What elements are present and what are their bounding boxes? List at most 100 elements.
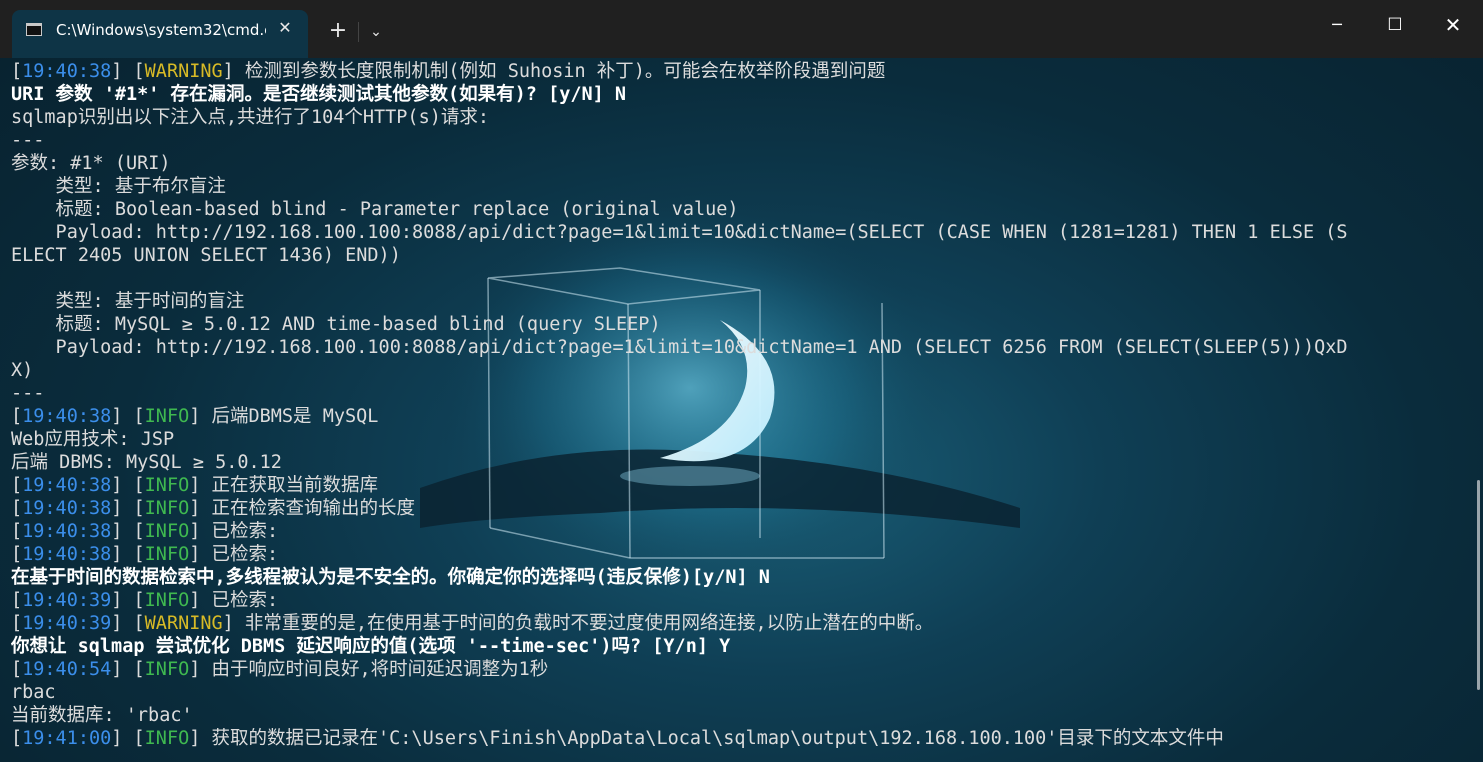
minimize-button[interactable]: ─ bbox=[1308, 0, 1366, 50]
console-line: [19:40:38] [WARNING] 检测到参数长度限制机制(例如 Suho… bbox=[11, 60, 1461, 83]
console-line: [19:40:54] [INFO] 由于响应时间良好,将时间延迟调整为1秒 bbox=[11, 658, 1461, 681]
console-text: ] 由于响应时间良好,将时间延迟调整为1秒 bbox=[189, 659, 549, 680]
console-text: [ bbox=[11, 498, 23, 519]
console-text: rbac bbox=[11, 682, 56, 703]
console-text: X) bbox=[11, 360, 34, 381]
console-line: 类型: 基于时间的盲注 bbox=[11, 290, 1461, 313]
timestamp: 19:40:38 bbox=[22, 475, 112, 496]
console-text: ] [ bbox=[111, 498, 145, 519]
console-line: ELECT 2405 UNION SELECT 1436) END)) bbox=[11, 244, 1461, 267]
console-text: sqlmap识别出以下注入点,共进行了104个HTTP(s)请求: bbox=[11, 107, 489, 128]
console-line: [19:40:38] [INFO] 正在检索查询输出的长度 bbox=[11, 497, 1461, 520]
tab-close-icon[interactable]: ✕ bbox=[274, 17, 296, 39]
console-line: 标题: MySQL ≥ 5.0.12 AND time-based blind … bbox=[11, 313, 1461, 336]
console-line: 后端 DBMS: MySQL ≥ 5.0.12 bbox=[11, 451, 1461, 474]
console-text: 在基于时间的数据检索中,多线程被认为是不安全的。你确定你的选择吗(违反保修)[y… bbox=[11, 567, 770, 588]
info-tag: INFO bbox=[144, 475, 190, 496]
console-text: ] [ bbox=[111, 61, 145, 82]
info-tag: INFO bbox=[144, 659, 190, 680]
console-text: ] 非常重要的是,在使用基于时间的负载时不要过度使用网络连接,以防止潜在的中断。 bbox=[222, 613, 934, 634]
console-text: ] 正在获取当前数据库 bbox=[189, 475, 379, 496]
info-tag: INFO bbox=[144, 521, 190, 542]
console-text: [ bbox=[11, 659, 23, 680]
console-line: 当前数据库: 'rbac' bbox=[11, 704, 1461, 727]
console-text: ] 已检索: bbox=[189, 521, 279, 542]
divider bbox=[358, 22, 359, 42]
console-text: 当前数据库: 'rbac' bbox=[11, 705, 193, 726]
info-tag: INFO bbox=[144, 406, 190, 427]
console-text: 标题: Boolean-based blind - Parameter repl… bbox=[11, 199, 739, 220]
console-line: 在基于时间的数据检索中,多线程被认为是不安全的。你确定你的选择吗(违反保修)[y… bbox=[11, 566, 1461, 589]
console-text: ] 获取的数据已记录在'C:\Users\Finish\AppData\Loca… bbox=[189, 728, 1224, 749]
timestamp: 19:40:38 bbox=[22, 498, 112, 519]
console-text: [ bbox=[11, 475, 23, 496]
console-text: [ bbox=[11, 406, 23, 427]
console-line: Payload: http://192.168.100.100:8088/api… bbox=[11, 221, 1461, 244]
console-text: ] [ bbox=[111, 544, 145, 565]
warning-tag: WARNING bbox=[144, 613, 223, 634]
console-line: 类型: 基于布尔盲注 bbox=[11, 175, 1461, 198]
console-line: Payload: http://192.168.100.100:8088/api… bbox=[11, 336, 1461, 359]
tab-cmd[interactable]: C:\Windows\system32\cmd.e: ✕ bbox=[12, 10, 308, 58]
console-text: 你想让 sqlmap 尝试优化 DBMS 延迟响应的值(选项 '--time-s… bbox=[11, 636, 731, 657]
console-text: 标题: MySQL ≥ 5.0.12 AND time-based blind … bbox=[11, 314, 661, 335]
console-line: [19:40:39] [WARNING] 非常重要的是,在使用基于时间的负载时不… bbox=[11, 612, 1461, 635]
console-line: Web应用技术: JSP bbox=[11, 428, 1461, 451]
console-text: [ bbox=[11, 728, 23, 749]
console-line: [19:40:38] [INFO] 后端DBMS是 MySQL bbox=[11, 405, 1461, 428]
console-line: [19:40:38] [INFO] 已检索: bbox=[11, 520, 1461, 543]
timestamp: 19:40:54 bbox=[22, 659, 112, 680]
console-text: [ bbox=[11, 590, 23, 611]
maximize-button[interactable]: ☐ bbox=[1366, 0, 1424, 50]
info-tag: INFO bbox=[144, 590, 190, 611]
console-text: [ bbox=[11, 544, 23, 565]
console-line: [19:40:39] [INFO] 已检索: bbox=[11, 589, 1461, 612]
console-text: 参数: #1* (URI) bbox=[11, 153, 171, 174]
console-line: 你想让 sqlmap 尝试优化 DBMS 延迟响应的值(选项 '--time-s… bbox=[11, 635, 1461, 658]
scrollbar[interactable] bbox=[1477, 480, 1480, 690]
timestamp: 19:41:00 bbox=[22, 728, 112, 749]
close-button[interactable]: ✕ bbox=[1424, 0, 1482, 50]
info-tag: INFO bbox=[144, 728, 190, 749]
timestamp: 19:40:38 bbox=[22, 406, 112, 427]
console-output[interactable]: [19:40:38] [WARNING] 检测到参数长度限制机制(例如 Suho… bbox=[11, 60, 1461, 750]
console-text: ] [ bbox=[111, 475, 145, 496]
timestamp: 19:40:39 bbox=[22, 613, 112, 634]
console-line: sqlmap识别出以下注入点,共进行了104个HTTP(s)请求: bbox=[11, 106, 1461, 129]
console-text: Payload: http://192.168.100.100:8088/api… bbox=[11, 222, 1348, 243]
console-text: 后端 DBMS: MySQL ≥ 5.0.12 bbox=[11, 452, 282, 473]
timestamp: 19:40:39 bbox=[22, 590, 112, 611]
console-text: 类型: 基于时间的盲注 bbox=[11, 291, 245, 312]
console-line: [19:41:00] [INFO] 获取的数据已记录在'C:\Users\Fin… bbox=[11, 727, 1461, 750]
info-tag: INFO bbox=[144, 498, 190, 519]
console-text: ] 正在检索查询输出的长度 bbox=[189, 498, 416, 519]
console-text: 类型: 基于布尔盲注 bbox=[11, 176, 226, 197]
console-text: --- bbox=[11, 383, 45, 404]
console-text: Payload: http://192.168.100.100:8088/api… bbox=[11, 337, 1348, 358]
console-text: [ bbox=[11, 613, 23, 634]
timestamp: 19:40:38 bbox=[22, 521, 112, 542]
console-text: [ bbox=[11, 521, 23, 542]
terminal-icon bbox=[26, 23, 42, 36]
console-line: [19:40:38] [INFO] 正在获取当前数据库 bbox=[11, 474, 1461, 497]
console-text: ] [ bbox=[111, 590, 145, 611]
console-text: ELECT 2405 UNION SELECT 1436) END)) bbox=[11, 245, 401, 266]
console-text: --- bbox=[11, 130, 45, 151]
warning-tag: WARNING bbox=[144, 61, 223, 82]
console-line: 参数: #1* (URI) bbox=[11, 152, 1461, 175]
console-line: X) bbox=[11, 359, 1461, 382]
tab-title: C:\Windows\system32\cmd.e: bbox=[56, 21, 266, 39]
console-text: ] 检测到参数长度限制机制(例如 Suhosin 补丁)。可能会在枚举阶段遇到问… bbox=[222, 61, 886, 82]
console-text: ] [ bbox=[111, 406, 145, 427]
console-text: ] 后端DBMS是 MySQL bbox=[189, 406, 379, 427]
chevron-down-icon[interactable]: ⌄ bbox=[362, 16, 390, 48]
console-line: URI 参数 '#1*' 存在漏洞。是否继续测试其他参数(如果有)? [y/N]… bbox=[11, 83, 1461, 106]
console-text: ] [ bbox=[111, 613, 145, 634]
console-text: ] [ bbox=[111, 728, 145, 749]
new-tab-button[interactable]: + bbox=[322, 16, 354, 48]
console-line: --- bbox=[11, 382, 1461, 405]
console-text: ] 已检索: bbox=[189, 544, 279, 565]
console-text: URI 参数 '#1*' 存在漏洞。是否继续测试其他参数(如果有)? [y/N]… bbox=[11, 84, 627, 105]
console-text: Web应用技术: JSP bbox=[11, 429, 175, 450]
